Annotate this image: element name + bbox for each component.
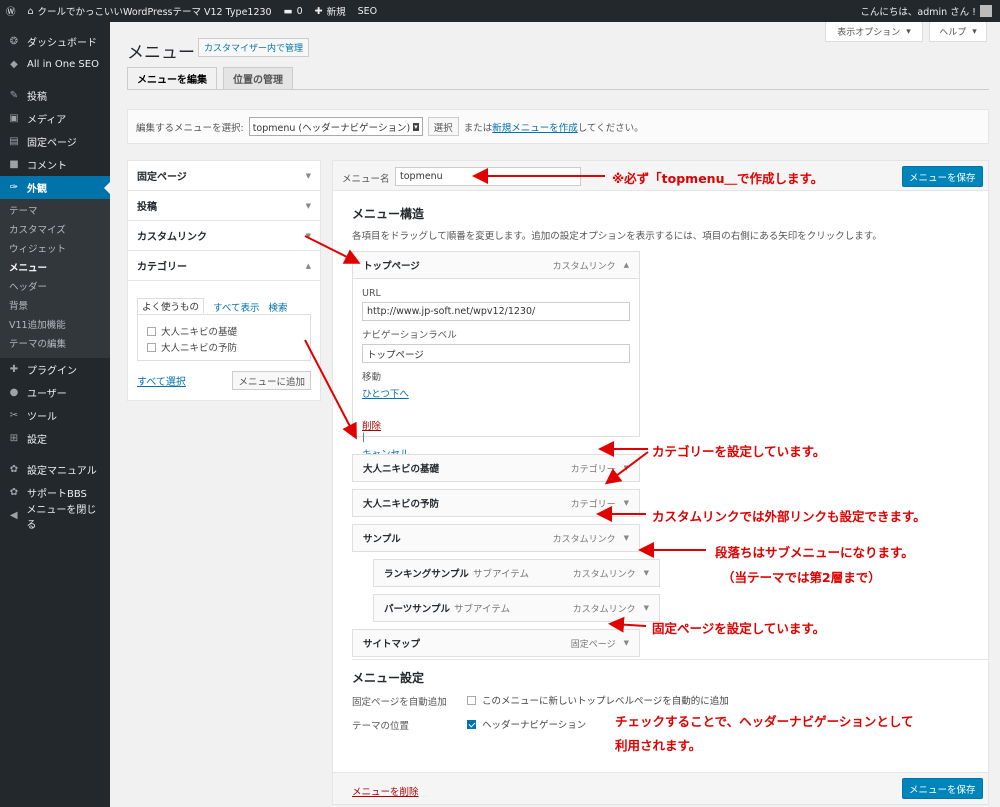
arrow-fixed-page (608, 616, 647, 633)
arrow-category-2 (604, 451, 649, 485)
annotation-submenu: 段落ちはサブメニューになります。 (715, 545, 914, 560)
annotation-location-2: 利用されます。 (615, 738, 702, 753)
annotation-submenu-depth: （当テーマでは第2層まで） (722, 570, 881, 585)
arrow-to-custom-link-item (304, 235, 361, 264)
annotation-arrows (304, 168, 706, 633)
annotation-menu-name: ※必ず「topmenu＿で作成します。 (612, 171, 824, 186)
arrow-to-category-item (304, 339, 357, 440)
annotation-custom-link: カスタムリンクでは外部リンクも設定できます。 (652, 509, 926, 524)
annotation-location-1: チェックすることで、ヘッダーナビゲーションとして (615, 714, 914, 729)
annotation-fixed-page: 固定ページを設定しています。 (652, 621, 826, 636)
annotation-category: カテゴリーを設定しています。 (652, 444, 826, 459)
